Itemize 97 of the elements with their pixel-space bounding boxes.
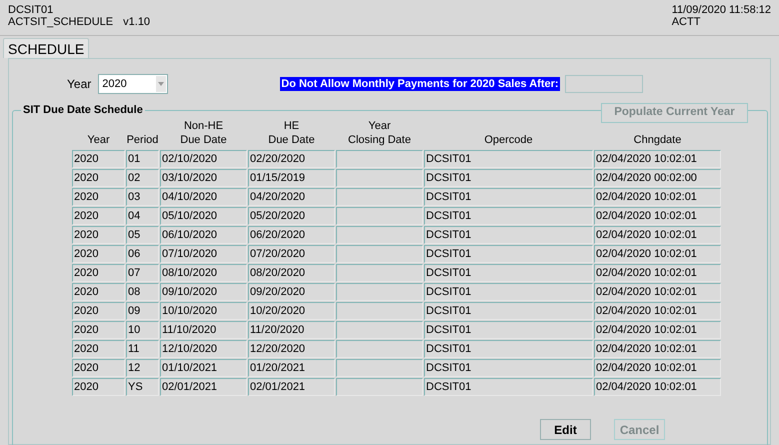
table-cell: 2020 bbox=[72, 359, 125, 377]
table-cell: 02/04/2020 10:02:01 bbox=[594, 340, 721, 358]
table-cell: 02/04/2020 00:02:00 bbox=[594, 169, 721, 187]
table-cell: 2020 bbox=[72, 150, 125, 168]
dropdown-caret-icon bbox=[156, 76, 166, 92]
table-cell: 02/04/2020 10:02:01 bbox=[594, 188, 721, 206]
table-cell: DCSIT01 bbox=[424, 169, 593, 187]
table-cell: 02/04/2020 10:02:01 bbox=[594, 207, 721, 225]
table-cell: 10 bbox=[126, 321, 159, 339]
table-cell: 02/10/2020 bbox=[160, 150, 247, 168]
version-label: v1.10 bbox=[123, 16, 150, 28]
table-cell: DCSIT01 bbox=[424, 378, 593, 396]
table-cell: DCSIT01 bbox=[424, 283, 593, 301]
form-id: DCSIT01 bbox=[8, 4, 54, 16]
table-cell: YS bbox=[126, 378, 159, 396]
table-cell: 06/20/2020 bbox=[248, 226, 335, 244]
table-cell: DCSIT01 bbox=[424, 150, 593, 168]
column-header: Opercode bbox=[483, 133, 534, 147]
table-cell: 11/20/2020 bbox=[248, 321, 335, 339]
table-cell: 02/04/2020 10:02:01 bbox=[594, 378, 721, 396]
table-cell: DCSIT01 bbox=[424, 245, 593, 263]
table-cell: 01 bbox=[126, 150, 159, 168]
table-cell: 09/10/2020 bbox=[160, 283, 247, 301]
table-cell: 02/01/2021 bbox=[160, 378, 247, 396]
table-cell: 02/20/2020 bbox=[248, 150, 335, 168]
table-cell: 02 bbox=[126, 169, 159, 187]
table-cell: 02/04/2020 10:02:01 bbox=[594, 359, 721, 377]
table-cell: 09 bbox=[126, 302, 159, 320]
table-cell: 04/20/2020 bbox=[248, 188, 335, 206]
table-cell: DCSIT01 bbox=[424, 188, 593, 206]
column-header: Period bbox=[126, 133, 159, 147]
table-cell: 08/10/2020 bbox=[160, 264, 247, 282]
table-cell: 03 bbox=[126, 188, 159, 206]
table-cell: 12 bbox=[126, 359, 159, 377]
table-cell: 2020 bbox=[72, 169, 125, 187]
table-cell: DCSIT01 bbox=[424, 340, 593, 358]
table-cell: 02/04/2020 10:02:01 bbox=[594, 302, 721, 320]
table-cell: DCSIT01 bbox=[424, 302, 593, 320]
table-cell: 02/01/2021 bbox=[248, 378, 335, 396]
table-cell: 2020 bbox=[72, 245, 125, 263]
table-cell: 2020 bbox=[72, 264, 125, 282]
edit-button[interactable]: Edit bbox=[540, 419, 591, 440]
user-id: ACTT bbox=[672, 16, 702, 28]
table-cell: 2020 bbox=[72, 340, 125, 358]
table-cell: 07/10/2020 bbox=[160, 245, 247, 263]
table-cell: 2020 bbox=[72, 188, 125, 206]
notice-label: Do Not Allow Monthly Payments for 2020 Sales After: bbox=[280, 77, 560, 91]
column-header: Year Closing Date bbox=[347, 119, 412, 147]
table-cell: 06 bbox=[126, 245, 159, 263]
table-cell: 01/15/2019 bbox=[248, 169, 335, 187]
date-time: 11/09/2020 11:58:12 bbox=[672, 4, 771, 16]
table-cell: 12/10/2020 bbox=[160, 340, 247, 358]
table-cell: 10/10/2020 bbox=[160, 302, 247, 320]
table-cell: 04/10/2020 bbox=[160, 188, 247, 206]
table-cell: 06/10/2020 bbox=[160, 226, 247, 244]
table-cell: DCSIT01 bbox=[424, 321, 593, 339]
table-cell: 07 bbox=[126, 264, 159, 282]
table-cell: 05/20/2020 bbox=[248, 207, 335, 225]
table-cell: 08/20/2020 bbox=[248, 264, 335, 282]
table-cell: 02/04/2020 10:02:01 bbox=[594, 150, 721, 168]
table-cell: DCSIT01 bbox=[424, 207, 593, 225]
table-cell: 2020 bbox=[72, 283, 125, 301]
table-cell: 02/04/2020 10:02:01 bbox=[594, 264, 721, 282]
table-cell: 03/10/2020 bbox=[160, 169, 247, 187]
column-header: HE Due Date bbox=[267, 119, 316, 147]
table-cell: 2020 bbox=[72, 207, 125, 225]
column-header: Non-HE Due Date bbox=[179, 119, 228, 147]
table-cell: 02/04/2020 10:02:01 bbox=[594, 283, 721, 301]
table-cell: 05/10/2020 bbox=[160, 207, 247, 225]
table-cell: DCSIT01 bbox=[424, 226, 593, 244]
table-cell: 02/04/2020 10:02:01 bbox=[594, 226, 721, 244]
table-cell: 04 bbox=[126, 207, 159, 225]
table-cell: 2020 bbox=[72, 378, 125, 396]
table-cell: 02/04/2020 10:02:01 bbox=[594, 245, 721, 263]
table-cell: 02/04/2020 10:02:01 bbox=[594, 321, 721, 339]
table-cell: 05 bbox=[126, 226, 159, 244]
table-cell: 07/20/2020 bbox=[248, 245, 335, 263]
table-cell: 08 bbox=[126, 283, 159, 301]
table-cell: DCSIT01 bbox=[424, 264, 593, 282]
tab[interactable]: SCHEDULE bbox=[3, 38, 90, 58]
sales-after-field[interactable] bbox=[564, 75, 643, 93]
column-header: Chngdate bbox=[632, 133, 682, 147]
table-cell: 12/20/2020 bbox=[248, 340, 335, 358]
table-cell: 09/20/2020 bbox=[248, 283, 335, 301]
table-cell: 10/20/2020 bbox=[248, 302, 335, 320]
table-cell: 11/10/2020 bbox=[160, 321, 247, 339]
table-cell: 01/10/2021 bbox=[160, 359, 247, 377]
table-cell: 2020 bbox=[72, 226, 125, 244]
table-cell: 2020 bbox=[72, 321, 125, 339]
year-dropdown[interactable]: 2020 bbox=[98, 74, 168, 94]
table-cell: DCSIT01 bbox=[424, 359, 593, 377]
table-cell: 11 bbox=[126, 340, 159, 358]
column-header: Year bbox=[86, 133, 111, 147]
year-label: Year bbox=[67, 76, 92, 93]
table-cell: 2020 bbox=[72, 302, 125, 320]
module-name: ACTSIT_SCHEDULE bbox=[8, 16, 114, 28]
table-cell: 01/20/2021 bbox=[248, 359, 335, 377]
